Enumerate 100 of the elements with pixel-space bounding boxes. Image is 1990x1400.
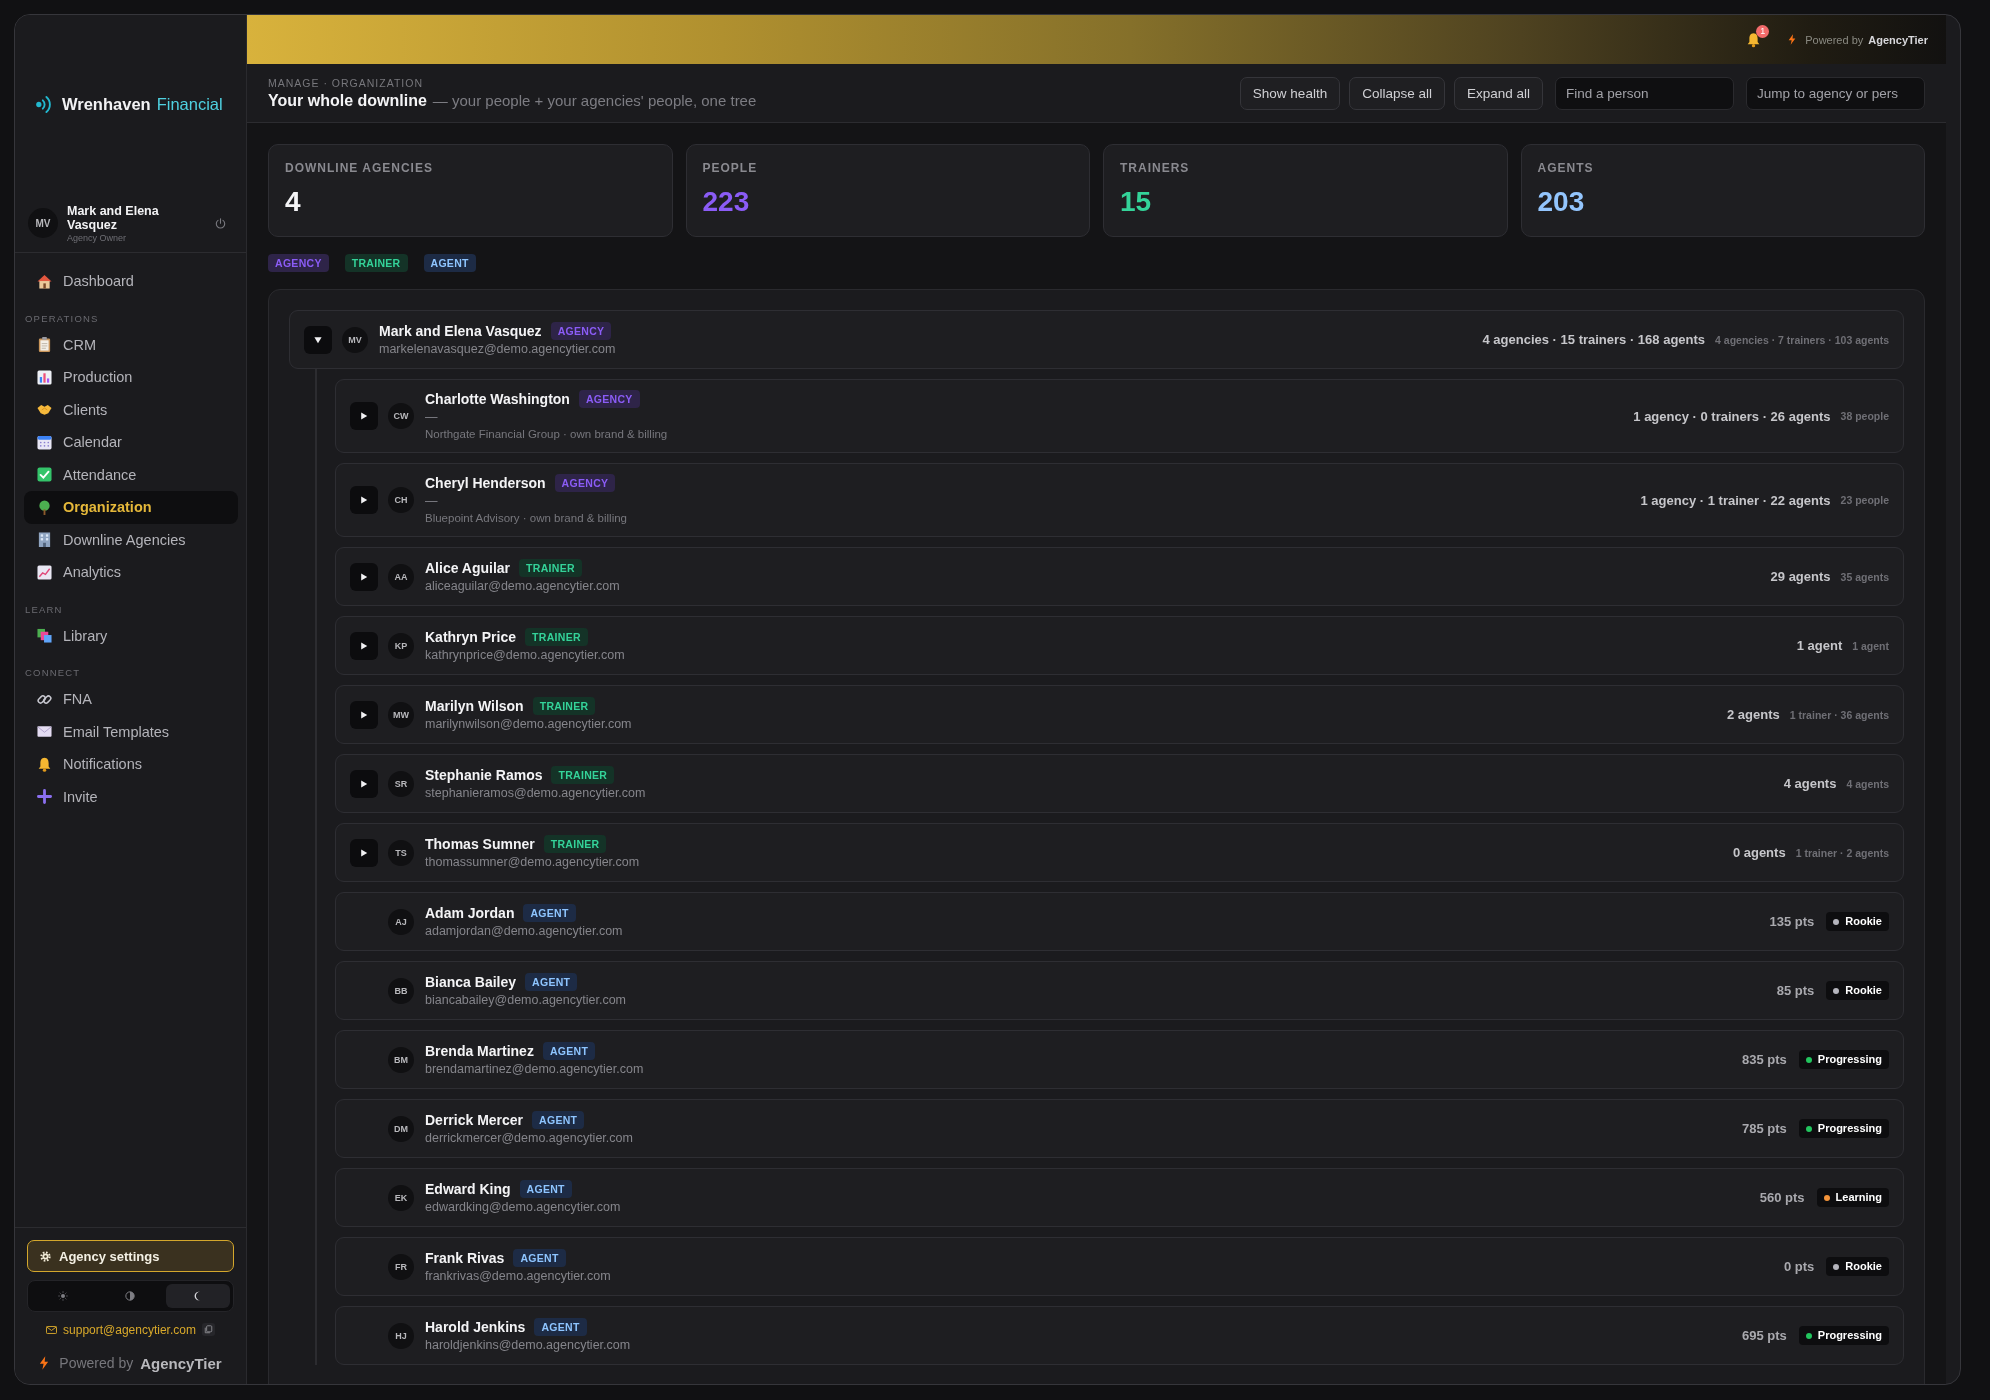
checkmark-icon <box>37 467 52 483</box>
avatar: BB <box>388 977 414 1004</box>
handshake-icon <box>37 402 52 418</box>
expand-toggle-button[interactable] <box>350 631 378 660</box>
envelope-icon <box>37 724 52 740</box>
nav-item[interactable]: Email Templates <box>24 715 238 748</box>
sun-icon <box>58 1291 69 1301</box>
avatar: KP <box>388 632 414 659</box>
downline-summary: 4 agents <box>1783 776 1837 791</box>
role-label: TRAINER <box>551 766 615 784</box>
nav-item[interactable]: FNA <box>24 683 238 716</box>
expand-toggle-button[interactable] <box>350 838 378 867</box>
powered-by-brand: AgencyTier <box>140 1354 222 1372</box>
email-address: derrickmercer@demo.agencytier.com <box>425 1130 633 1147</box>
lightning-icon <box>39 1356 50 1370</box>
search-field[interactable]: Jump to agency or pers <box>1746 77 1925 110</box>
role-legend-label[interactable]: TRAINER <box>344 254 408 272</box>
avatar: MV <box>342 326 368 353</box>
avatar: DM <box>388 1115 414 1142</box>
person-name: Mark and Elena Vasquez <box>379 323 542 339</box>
nav-item[interactable]: Notifications <box>24 748 238 781</box>
nav-item[interactable]: Analytics <box>24 556 238 589</box>
downline-total: 1 trainer · 36 agents <box>1789 708 1889 721</box>
nav-item[interactable]: Production <box>24 361 238 394</box>
nav-item[interactable]: Invite <box>24 780 238 813</box>
search-field[interactable]: Find a person <box>1555 77 1734 110</box>
bell-icon[interactable] <box>1746 31 1762 48</box>
person-name: Derrick Mercer <box>425 1112 524 1128</box>
email-address: haroldjenkins@demo.agencytier.com <box>425 1337 631 1354</box>
powered-by-text: Powered by <box>59 1355 134 1371</box>
expand-toggle-button[interactable] <box>304 325 332 354</box>
nav-item[interactable]: Attendance <box>24 458 238 491</box>
stat-label: AGENTS <box>1537 161 1594 175</box>
role-label: AGENCY <box>554 474 616 492</box>
role-label: AGENT <box>532 1111 585 1129</box>
agency-settings-button[interactable]: Agency settings <box>27 1240 234 1272</box>
empty-email-dash: — <box>425 409 439 426</box>
person-name: Adam Jordan <box>425 905 515 921</box>
expand-toggle-button[interactable] <box>350 700 378 729</box>
toolbar-button[interactable]: Show health <box>1239 77 1341 110</box>
role-legend-label[interactable]: AGENT <box>423 254 476 272</box>
stat-label: TRAINERS <box>1120 161 1190 175</box>
expand-toggle-button[interactable] <box>350 402 378 430</box>
points-value: 835 pts <box>1742 1052 1787 1067</box>
downline-summary: 1 agency · 0 trainers · 26 agents <box>1633 408 1831 424</box>
brand-name: Wrenhaven <box>62 95 151 114</box>
avatar: SR <box>388 770 414 797</box>
stat-value: 15 <box>1120 186 1152 218</box>
email-address: thomassumner@demo.agencytier.com <box>425 854 640 871</box>
powered-by-text: Powered by <box>1805 33 1864 46</box>
email-address: brendamartinez@demo.agencytier.com <box>425 1061 644 1078</box>
downline-total: 1 trainer · 2 agents <box>1795 846 1889 859</box>
downline-summary: 1 agent <box>1796 638 1843 653</box>
role-label: AGENT <box>534 1318 587 1336</box>
nav-item[interactable]: Library <box>24 619 238 652</box>
person-name: Alice Aguilar <box>425 560 511 576</box>
status-label: Progressing <box>1817 1053 1882 1066</box>
person-name: Brenda Martinez <box>425 1043 534 1059</box>
caret-right-icon <box>360 572 368 581</box>
nav-item[interactable]: Clients <box>24 393 238 426</box>
email-address: stephanieramos@demo.agencytier.com <box>425 785 646 802</box>
nav-item[interactable]: Calendar <box>24 426 238 459</box>
role-label: AGENT <box>523 904 576 922</box>
stat-value: 223 <box>702 186 750 218</box>
gear-icon <box>40 1250 51 1262</box>
books-icon <box>37 628 52 644</box>
person-name: Cheryl Henderson <box>425 475 546 491</box>
expand-toggle-button[interactable] <box>350 486 378 514</box>
avatar: FR <box>388 1253 414 1280</box>
envelope-icon <box>46 1325 58 1334</box>
role-label: AGENT <box>525 973 578 991</box>
page-subtitle: — your people + your agencies' people, one tree <box>432 92 757 109</box>
role-label: TRAINER <box>532 697 596 715</box>
role-label: AGENT <box>542 1042 596 1060</box>
email-address: adamjordan@demo.agencytier.com <box>425 923 623 940</box>
avatar: AA <box>388 563 414 590</box>
expand-toggle-button[interactable] <box>350 769 378 798</box>
lightning-icon <box>1788 34 1797 45</box>
points-value: 85 pts <box>1776 983 1815 998</box>
status-label: Progressing <box>1817 1329 1882 1342</box>
expand-toggle-button[interactable] <box>350 562 378 591</box>
page-title: Your whole downline <box>268 92 427 110</box>
toolbar-button[interactable]: Collapse all <box>1349 77 1445 110</box>
power-icon[interactable] <box>215 217 226 229</box>
support-email-link[interactable]: support@agencytier.com <box>63 1322 196 1337</box>
building-icon <box>37 532 52 548</box>
copy-icon[interactable] <box>201 1323 215 1336</box>
breadcrumb: MANAGE · ORGANIZATION <box>268 77 424 89</box>
points-value: 135 pts <box>1769 914 1815 929</box>
status-label: Rookie <box>1845 915 1882 928</box>
nav-section-heading: CONNECT <box>25 667 81 678</box>
nav-item[interactable]: CRM <box>24 328 238 361</box>
nav-item[interactable]: Downline Agencies <box>24 523 238 556</box>
toolbar-button[interactable]: Expand all <box>1453 77 1543 110</box>
caret-right-icon <box>360 412 368 420</box>
nav-item[interactable]: Dashboard <box>24 265 238 298</box>
status-label: Progressing <box>1817 1122 1882 1135</box>
house-icon <box>37 273 52 289</box>
nav-item[interactable]: Organization <box>24 491 238 524</box>
person-name: Bianca Bailey <box>425 974 517 990</box>
